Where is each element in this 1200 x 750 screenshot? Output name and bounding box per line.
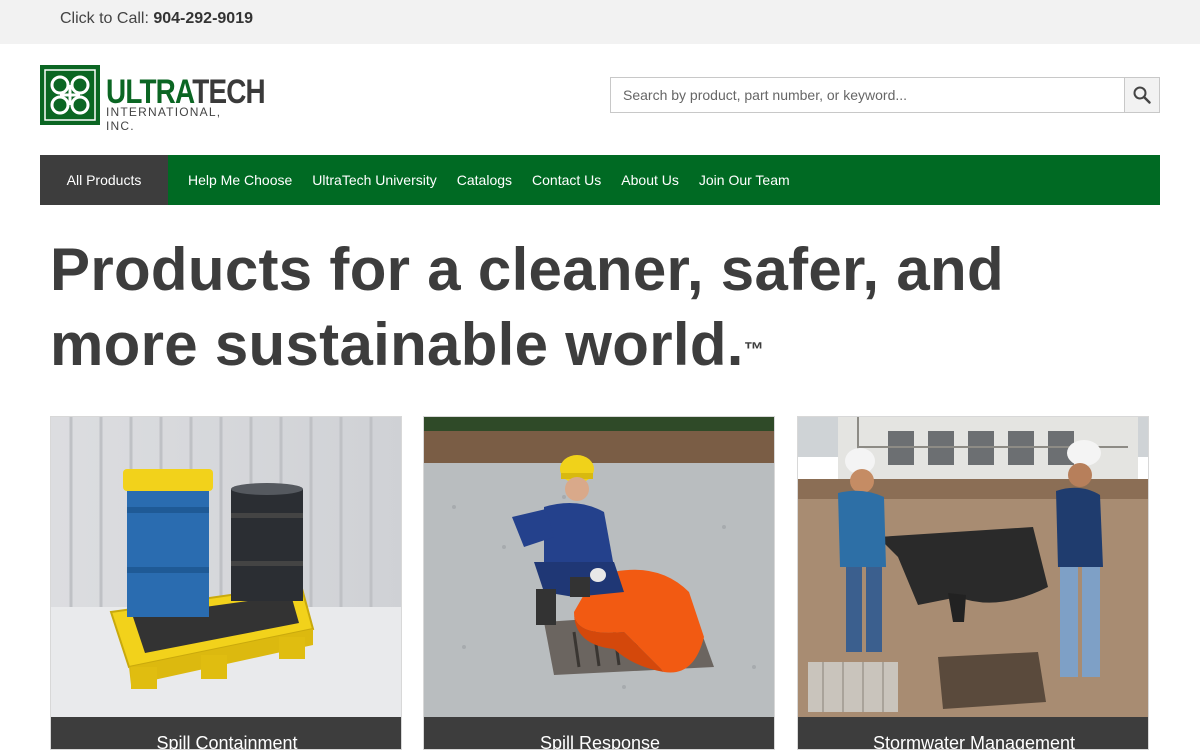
hero-headline: Products for a cleaner, safer, and more … — [50, 232, 1150, 382]
category-card-spill-response[interactable]: Spill Response — [423, 416, 775, 750]
nav-item-join-our-team[interactable]: Join Our Team — [699, 172, 790, 188]
nav-items: Help Me Choose UltraTech University Cata… — [188, 155, 810, 205]
hero-line-1: Products for a cleaner, safer, and — [50, 236, 1004, 303]
click-to-call[interactable]: Click to Call: 904-292-9019 — [60, 10, 253, 28]
call-label: Click to Call: — [60, 10, 149, 27]
site-logo[interactable]: ULTRATECH INTERNATIONAL, INC. — [40, 65, 266, 133]
nav-item-ultratech-university[interactable]: UltraTech University — [312, 172, 436, 188]
search-input[interactable] — [611, 78, 1125, 112]
nav-item-catalogs[interactable]: Catalogs — [457, 172, 512, 188]
top-bar: Click to Call: 904-292-9019 — [0, 0, 1200, 44]
nav-all-products[interactable]: All Products — [40, 155, 168, 205]
phone-number[interactable]: 904-292-9019 — [153, 10, 253, 27]
hero-line-2: more sustainable world.™ — [50, 311, 765, 378]
nav-item-about-us[interactable]: About Us — [621, 172, 679, 188]
stormwater-management-image — [798, 417, 1148, 717]
logo-subtitle: INTERNATIONAL, INC. — [106, 105, 222, 133]
category-card-stormwater-management[interactable]: Stormwater Management — [797, 416, 1149, 750]
search-button[interactable] — [1124, 78, 1159, 112]
spill-response-image — [424, 417, 774, 717]
search-bar — [610, 77, 1160, 113]
search-icon — [1133, 86, 1151, 104]
category-card-spill-containment[interactable]: Spill Containment — [50, 416, 402, 750]
nav-item-help-me-choose[interactable]: Help Me Choose — [188, 172, 292, 188]
logo-mark-icon — [40, 65, 100, 125]
spill-containment-image — [51, 417, 401, 717]
nav-item-contact-us[interactable]: Contact Us — [532, 172, 601, 188]
card-label: Spill Containment — [51, 717, 401, 749]
card-label: Spill Response — [424, 717, 774, 749]
trademark-mark: ™ — [743, 339, 765, 361]
main-nav: All Products Help Me Choose UltraTech Un… — [40, 155, 1160, 205]
card-label: Stormwater Management — [798, 717, 1148, 749]
